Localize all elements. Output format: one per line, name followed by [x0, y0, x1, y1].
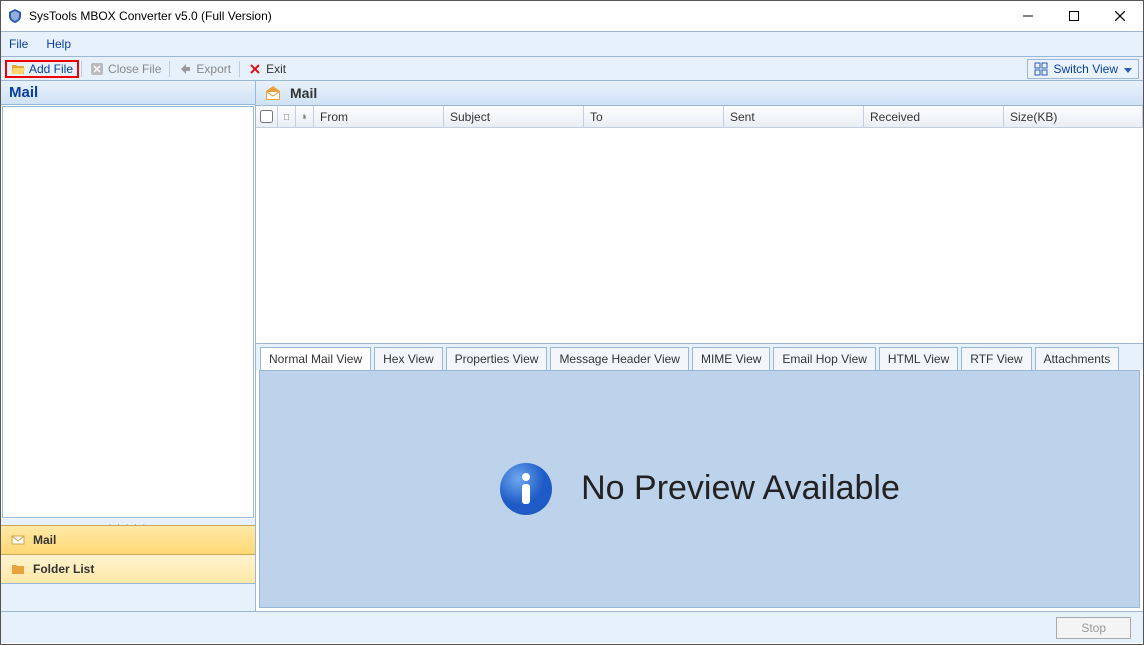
- main-panel: Mail From Subject To Sent Received Size(…: [256, 81, 1143, 611]
- tab-message-header-view[interactable]: Message Header View: [550, 347, 689, 370]
- exit-icon: [248, 62, 262, 76]
- close-button[interactable]: [1097, 1, 1143, 31]
- maximize-button[interactable]: [1051, 1, 1097, 31]
- main-header: Mail: [256, 81, 1143, 106]
- close-file-label: Close File: [108, 62, 161, 76]
- folder-icon: [11, 562, 25, 576]
- sidebar-folder-label: Folder List: [33, 562, 94, 576]
- switch-view-label: Switch View: [1054, 62, 1118, 76]
- title-bar: SysTools MBOX Converter v5.0 (Full Versi…: [1, 1, 1143, 31]
- tab-email-hop-view[interactable]: Email Hop View: [773, 347, 875, 370]
- export-icon: [178, 62, 192, 76]
- content-area: Mail . . . . . Mail Folder List Mail Fro…: [1, 81, 1143, 611]
- app-icon: [7, 8, 23, 24]
- sidebar-nav: Mail Folder List: [1, 525, 255, 583]
- minimize-button[interactable]: [1005, 1, 1051, 31]
- close-file-button[interactable]: Close File: [84, 60, 167, 78]
- column-received[interactable]: Received: [864, 106, 1004, 127]
- chevron-down-icon: [1124, 62, 1132, 76]
- menu-file[interactable]: File: [9, 37, 28, 51]
- tab-normal-mail-view[interactable]: Normal Mail View: [260, 347, 371, 370]
- sidebar-mail-label: Mail: [33, 533, 56, 547]
- mail-grid[interactable]: [256, 128, 1143, 343]
- folder-tree[interactable]: [2, 106, 254, 518]
- switch-view-button[interactable]: Switch View: [1027, 59, 1139, 79]
- column-to[interactable]: To: [584, 106, 724, 127]
- sidebar-item-mail[interactable]: Mail: [1, 525, 255, 554]
- column-from[interactable]: From: [314, 106, 444, 127]
- status-bar: Stop: [1, 611, 1143, 643]
- sidebar-header: Mail: [1, 81, 255, 105]
- tab-html-view[interactable]: HTML View: [879, 347, 958, 370]
- toolbar: Add File Close File Export Exit Switch V…: [1, 57, 1143, 81]
- column-size[interactable]: Size(KB): [1004, 106, 1143, 127]
- tab-hex-view[interactable]: Hex View: [374, 347, 442, 370]
- close-file-icon: [90, 62, 104, 76]
- mail-icon: [11, 533, 25, 547]
- preview-message: No Preview Available: [581, 469, 900, 508]
- sidebar-footer: [1, 583, 255, 611]
- stop-button[interactable]: Stop: [1056, 617, 1131, 639]
- grid-header: From Subject To Sent Received Size(KB): [256, 106, 1143, 128]
- preview-tabs: Normal Mail View Hex View Properties Vie…: [256, 343, 1143, 370]
- add-file-label: Add File: [29, 62, 73, 76]
- sidebar: Mail . . . . . Mail Folder List: [1, 81, 256, 611]
- column-page-icon[interactable]: [278, 106, 296, 127]
- column-subject[interactable]: Subject: [444, 106, 584, 127]
- preview-pane: No Preview Available: [259, 370, 1140, 608]
- add-file-button[interactable]: Add File: [5, 60, 79, 78]
- menu-help[interactable]: Help: [46, 37, 71, 51]
- tab-attachments[interactable]: Attachments: [1035, 347, 1120, 370]
- menu-bar: File Help: [1, 31, 1143, 57]
- tab-mime-view[interactable]: MIME View: [692, 347, 770, 370]
- tab-properties-view[interactable]: Properties View: [446, 347, 548, 370]
- switch-view-icon: [1034, 62, 1048, 76]
- export-label: Export: [196, 62, 231, 76]
- column-sent[interactable]: Sent: [724, 106, 864, 127]
- main-header-label: Mail: [290, 85, 317, 101]
- column-attachment-icon[interactable]: [296, 106, 314, 127]
- folder-open-icon: [11, 62, 25, 76]
- exit-button[interactable]: Exit: [242, 60, 292, 78]
- info-icon: [499, 462, 553, 516]
- mail-open-icon: [264, 84, 282, 102]
- window-title: SysTools MBOX Converter v5.0 (Full Versi…: [29, 9, 1005, 23]
- tab-rtf-view[interactable]: RTF View: [961, 347, 1031, 370]
- exit-label: Exit: [266, 62, 286, 76]
- sidebar-item-folder-list[interactable]: Folder List: [1, 554, 255, 583]
- select-all-checkbox[interactable]: [260, 110, 273, 123]
- column-checkbox[interactable]: [256, 106, 278, 127]
- export-button[interactable]: Export: [172, 60, 237, 78]
